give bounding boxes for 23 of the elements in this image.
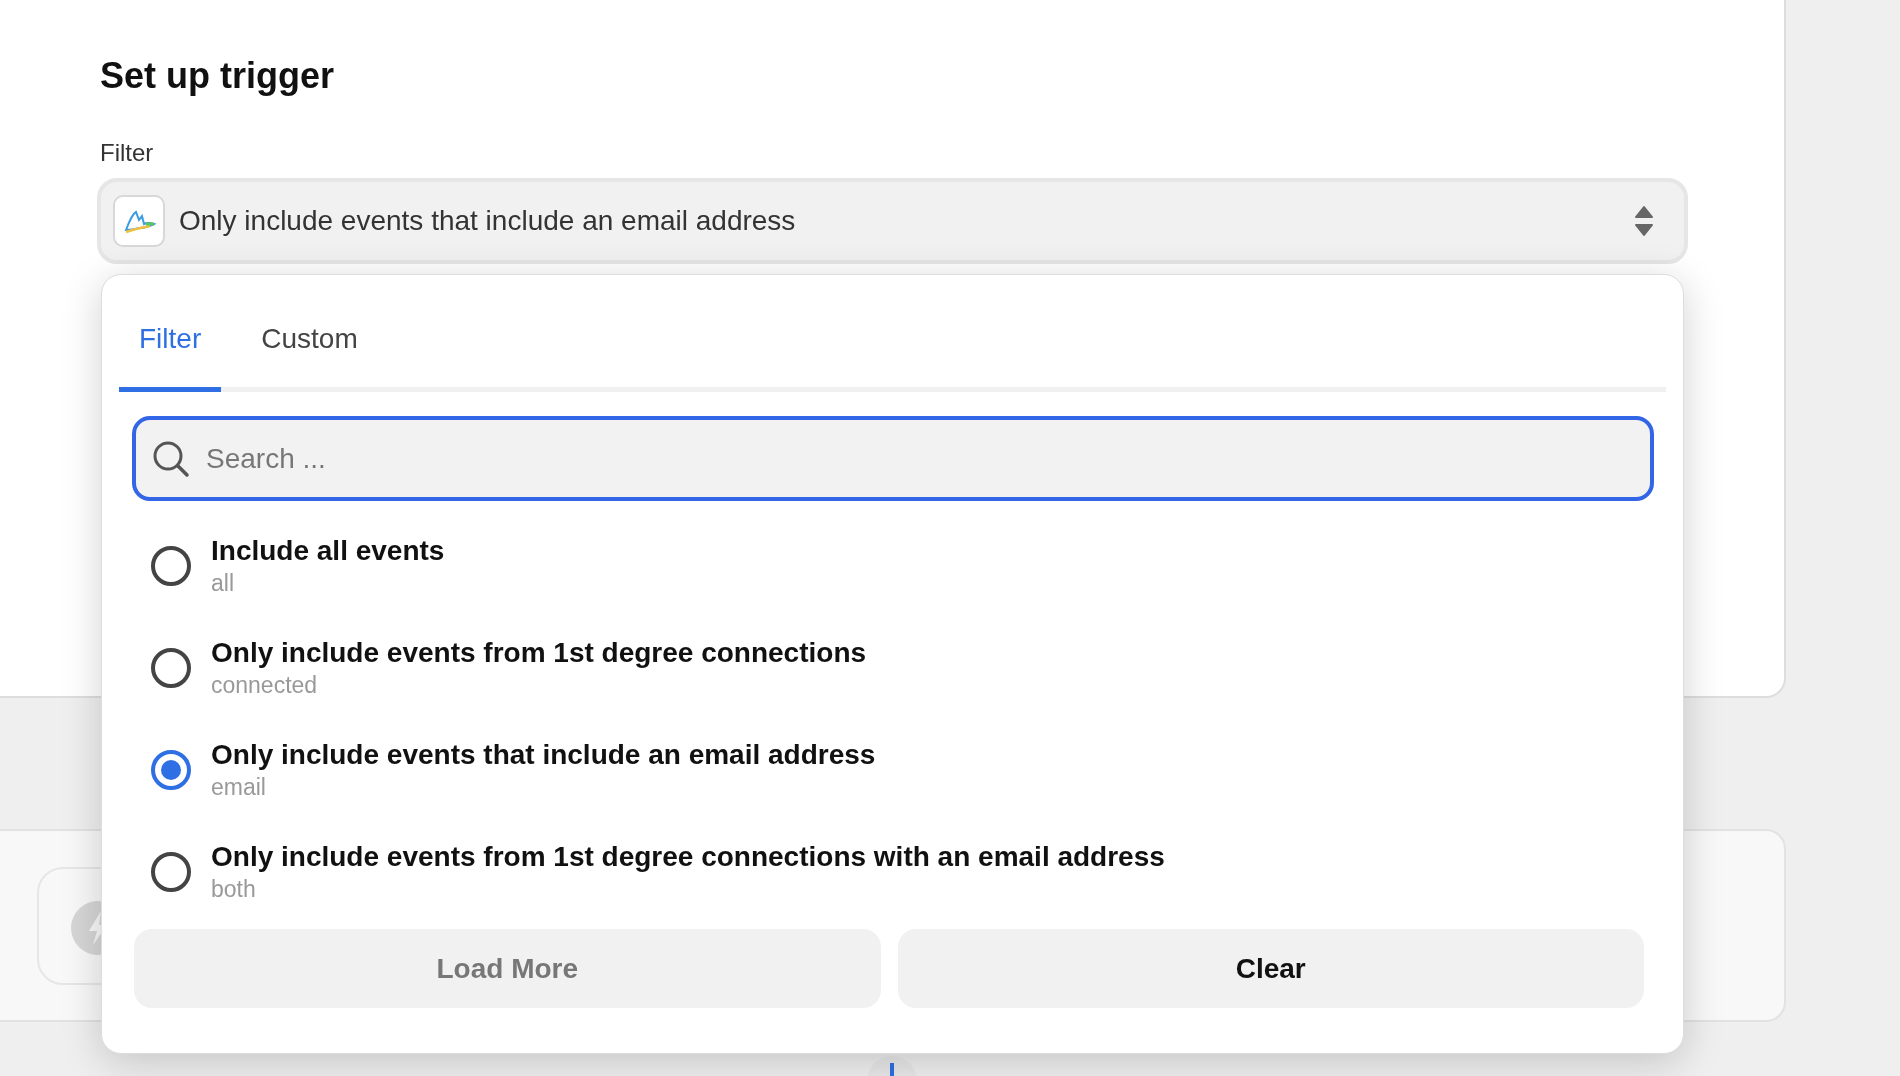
option-value: both xyxy=(211,875,257,904)
option-label[interactable]: Only include events from 1st degree connections xyxy=(211,636,867,670)
radio-button[interactable] xyxy=(151,750,191,790)
clear-button[interactable]: Clear xyxy=(897,929,1644,1008)
option-label[interactable]: Include all events xyxy=(211,534,445,568)
search-icon xyxy=(152,439,190,478)
option-label[interactable]: Only include events that include an email address xyxy=(211,738,876,772)
option-value: all xyxy=(211,569,235,598)
add-step-icon[interactable] xyxy=(866,1055,918,1076)
page-title: Set up trigger xyxy=(100,54,336,98)
option-label[interactable]: Only include events from 1st degree connections with an email address xyxy=(211,840,1165,874)
tab[interactable]: Custom xyxy=(241,323,378,392)
filter-value: Only include events that include an email address xyxy=(179,205,797,237)
option-value: connected xyxy=(211,671,319,700)
sort-arrows-icon xyxy=(1634,205,1654,237)
option-value: email xyxy=(211,773,267,802)
radio-button[interactable] xyxy=(151,546,191,586)
filter-select[interactable]: Only include events that include an email address xyxy=(97,178,1688,264)
radio-button[interactable] xyxy=(151,852,191,892)
radio-button[interactable] xyxy=(151,648,191,688)
bird-logo-icon xyxy=(113,195,165,247)
filter-label: Filter xyxy=(100,138,155,168)
tab[interactable]: Filter xyxy=(119,323,222,392)
